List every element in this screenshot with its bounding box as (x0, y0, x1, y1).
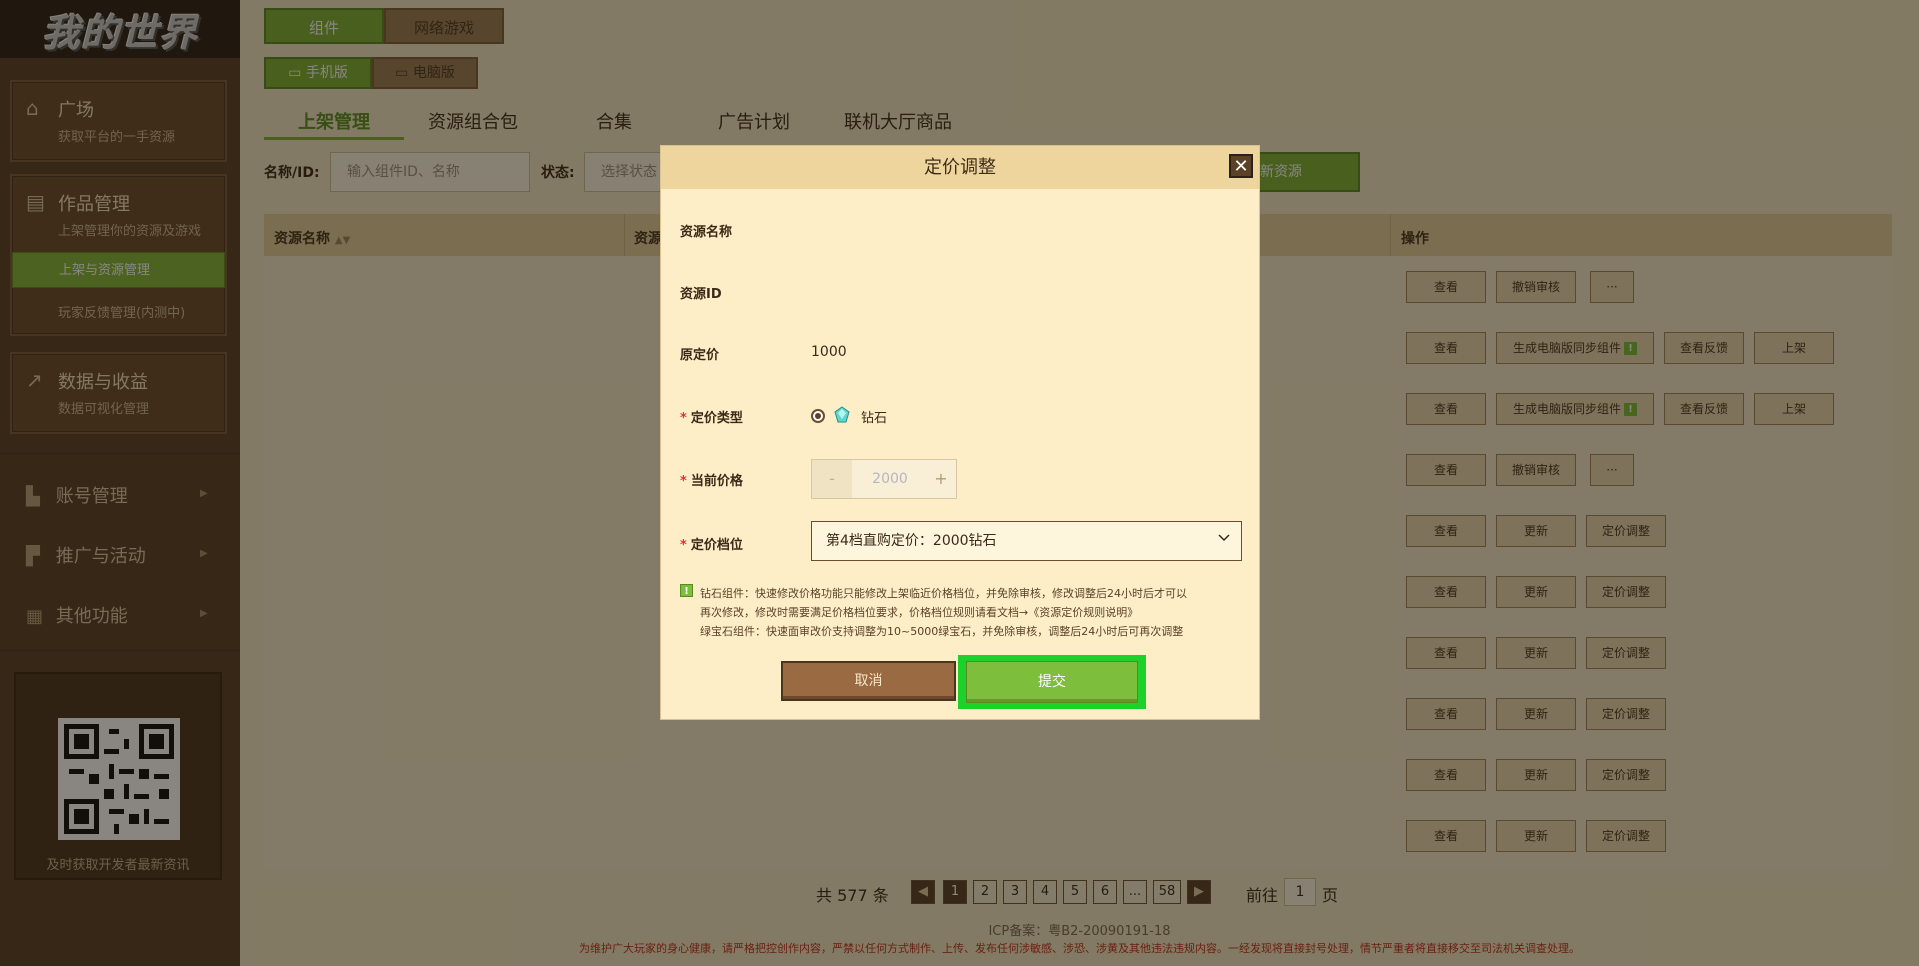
required-marker: * (680, 411, 687, 426)
resource-id-label: 资源ID (680, 287, 722, 302)
required-marker: * (680, 538, 687, 553)
diamond-radio[interactable] (811, 409, 825, 423)
pricing-notice: 钻石组件：快速修改价格功能只能修改上架临近价格档位，并免除审核，修改调整后24小… (680, 584, 1250, 641)
current-price-stepper: - 2000 + (811, 459, 957, 499)
price-type-value: 钻石 (861, 411, 888, 426)
price-tier-label: 定价档位 (690, 538, 743, 553)
decrement-button[interactable]: - (812, 460, 852, 498)
notice-line: 钻石组件：快速修改价格功能只能修改上架临近价格档位，并免除审核，修改调整后24小… (700, 587, 1187, 600)
dialog-header: 定价调整 (661, 146, 1259, 189)
dialog-title: 定价调整 (924, 157, 996, 178)
price-tier-select[interactable]: 第4档直购定价：2000钻石 (811, 521, 1242, 561)
current-price-input[interactable]: 2000 (852, 460, 928, 498)
resource-name-label: 资源名称 (680, 225, 733, 240)
close-icon[interactable]: ✕ (1229, 154, 1253, 178)
chevron-down-icon (1218, 534, 1230, 542)
original-price-value: 1000 (811, 344, 847, 360)
required-marker: * (680, 474, 687, 489)
price-adjust-dialog: 定价调整 ✕ 资源名称 资源ID 原定价 1000 * 定价类型 钻石 * 当前价格… (660, 145, 1260, 720)
price-type-label: 定价类型 (690, 411, 743, 426)
cancel-button[interactable]: 取消 (781, 661, 956, 701)
submit-button[interactable]: 提交 (966, 661, 1138, 703)
current-price-label: 当前价格 (690, 474, 743, 489)
notice-line: 绿宝石组件：快速面审改价支持调整为10~5000绿宝石，并免除审核，调整后24小… (700, 625, 1184, 638)
diamond-icon (834, 406, 850, 423)
increment-button[interactable]: + (926, 460, 956, 498)
original-price-label: 原定价 (680, 348, 720, 363)
notice-line[interactable]: 再次修改，修改时需要满足价格档位要求，价格档位规则请看文档→《资源定价规则说明》 (700, 603, 1250, 622)
